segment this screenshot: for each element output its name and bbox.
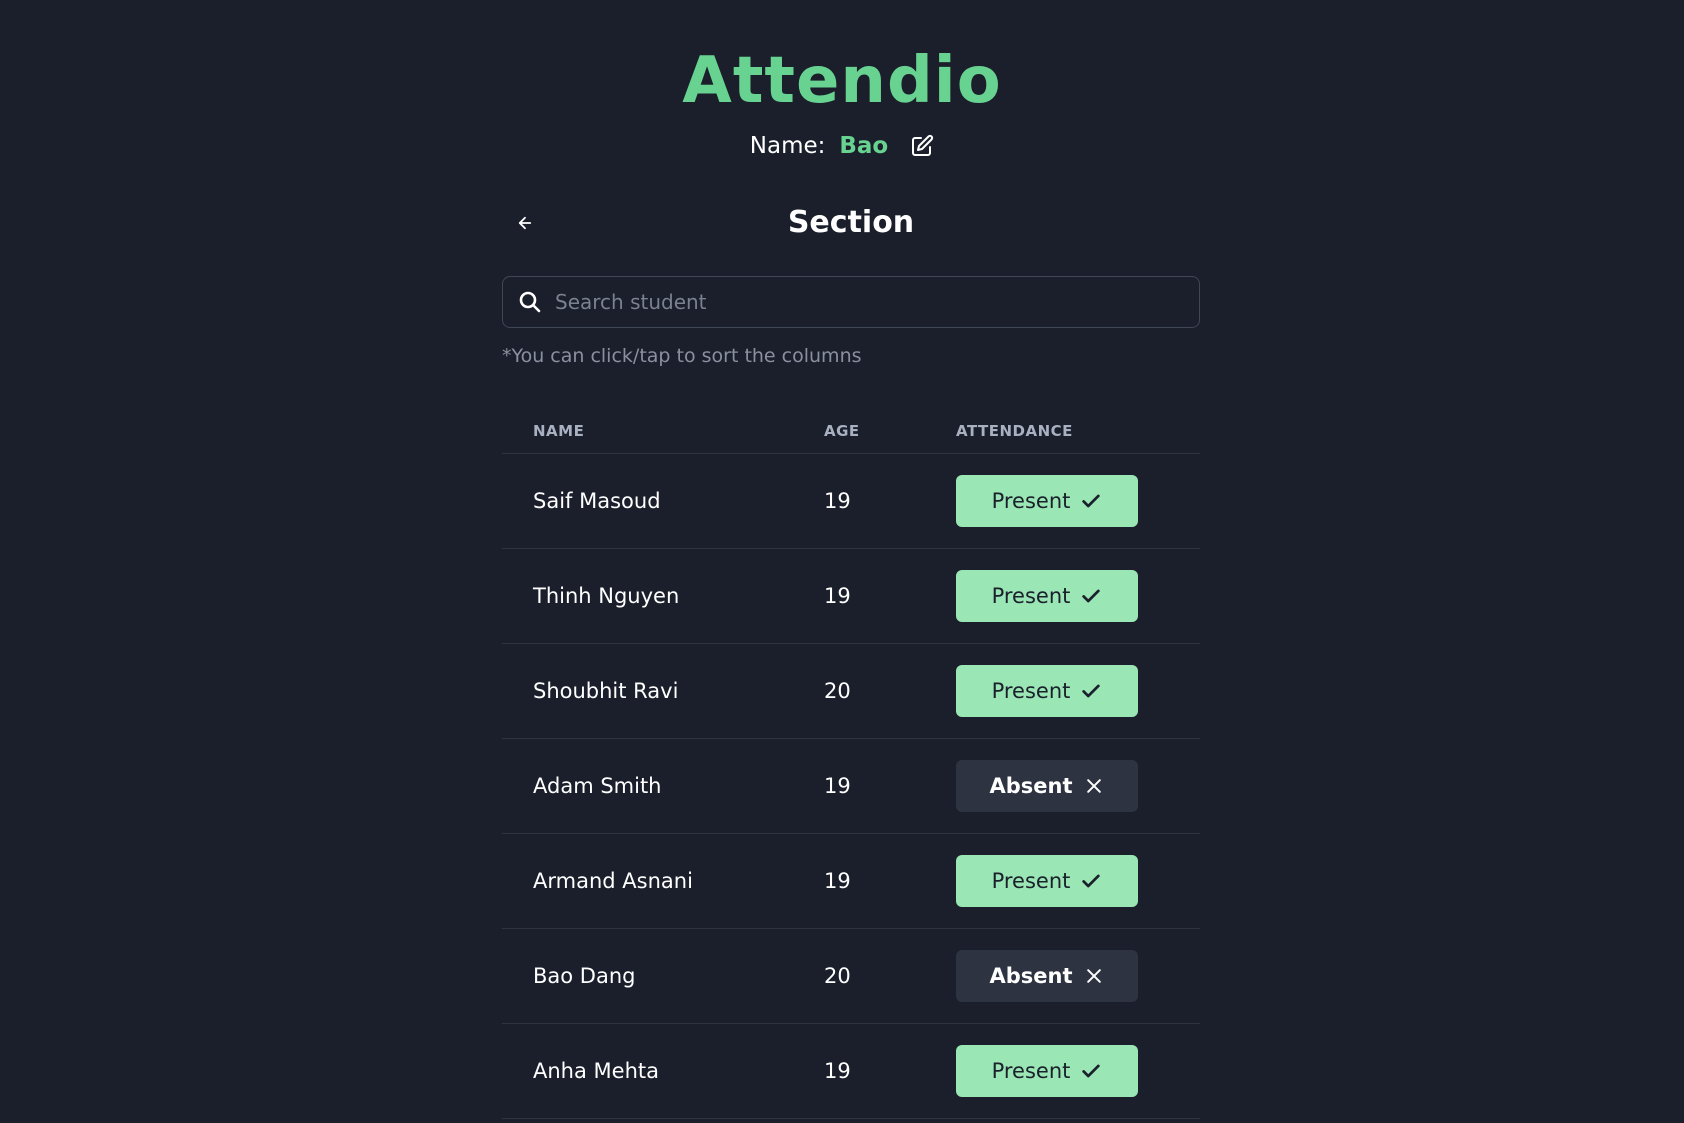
edit-icon[interactable] xyxy=(910,134,934,158)
table-row: Bao Dang 20 Absent xyxy=(502,929,1200,1024)
table-header: NAME AGE ATTENDANCE xyxy=(502,408,1200,454)
check-icon xyxy=(1080,680,1102,702)
attendance-label: Present xyxy=(991,679,1071,703)
attendance-cell: Present xyxy=(956,570,1200,622)
table-row: Shoubhit Ravi 20 Present xyxy=(502,644,1200,739)
attendance-toggle-button[interactable]: Present xyxy=(956,570,1138,622)
attendance-label: Absent xyxy=(989,964,1073,988)
name-label: Name: xyxy=(749,133,826,159)
attendance-toggle-button[interactable]: Present xyxy=(956,1045,1138,1097)
student-name: Bao Dang xyxy=(533,964,636,988)
student-age: 19 xyxy=(824,869,851,893)
student-age: 19 xyxy=(824,774,851,798)
arrow-left-icon xyxy=(518,216,532,230)
attendance-toggle-button[interactable]: Absent xyxy=(956,950,1138,1002)
page: Attendio Name: Bao Section *You c xyxy=(0,0,1684,1123)
search-icon xyxy=(517,289,543,315)
attendance-toggle-button[interactable]: Present xyxy=(956,475,1138,527)
table-row: Thinh Nguyen 19 Present xyxy=(502,549,1200,644)
app-title: Attendio xyxy=(682,44,1002,118)
x-icon xyxy=(1083,965,1105,987)
attendance-label: Present xyxy=(991,489,1071,513)
check-icon xyxy=(1080,490,1102,512)
check-icon xyxy=(1080,585,1102,607)
back-button[interactable] xyxy=(510,208,540,238)
student-age: 20 xyxy=(824,964,851,988)
table-row: Anha Mehta 19 Present xyxy=(502,1024,1200,1119)
search-box[interactable] xyxy=(502,276,1200,328)
student-age: 20 xyxy=(824,679,851,703)
student-name: Shoubhit Ravi xyxy=(533,679,679,703)
attendance-cell: Absent xyxy=(956,950,1200,1002)
table-body: Saif Masoud 19 Present Thinh Nguyen 19 Presen… xyxy=(502,454,1200,1119)
check-icon xyxy=(1080,1060,1102,1082)
attendance-toggle-button[interactable]: Present xyxy=(956,665,1138,717)
attendance-cell: Present xyxy=(956,475,1200,527)
attendance-toggle-button[interactable]: Absent xyxy=(956,760,1138,812)
student-name: Anha Mehta xyxy=(533,1059,659,1083)
column-header-age[interactable]: AGE xyxy=(824,422,956,440)
attendance-label: Present xyxy=(991,869,1071,893)
column-header-attendance[interactable]: ATTENDANCE xyxy=(956,422,1200,440)
student-table: NAME AGE ATTENDANCE Saif Masoud 19 Present… xyxy=(502,408,1200,1119)
student-name: Thinh Nguyen xyxy=(533,584,680,608)
section-title: Section xyxy=(787,205,915,240)
x-icon xyxy=(1083,775,1105,797)
attendance-toggle-button[interactable]: Present xyxy=(956,855,1138,907)
attendance-cell: Present xyxy=(956,855,1200,907)
student-age: 19 xyxy=(824,489,851,513)
attendance-cell: Present xyxy=(956,1045,1200,1097)
sort-hint: *You can click/tap to sort the columns xyxy=(502,345,862,367)
check-icon xyxy=(1080,870,1102,892)
student-age: 19 xyxy=(824,584,851,608)
student-name: Adam Smith xyxy=(533,774,662,798)
attendance-cell: Present xyxy=(956,665,1200,717)
student-age: 19 xyxy=(824,1059,851,1083)
column-header-name[interactable]: NAME xyxy=(502,422,824,440)
attendance-label: Present xyxy=(991,1059,1071,1083)
student-name: Armand Asnani xyxy=(533,869,693,893)
user-name-row: Name: Bao xyxy=(0,130,1684,162)
user-name: Bao xyxy=(839,133,889,159)
table-row: Adam Smith 19 Absent xyxy=(502,739,1200,834)
table-row: Armand Asnani 19 Present xyxy=(502,834,1200,929)
attendance-cell: Absent xyxy=(956,760,1200,812)
attendance-label: Absent xyxy=(989,774,1073,798)
search-input[interactable] xyxy=(555,280,1199,324)
attendance-label: Present xyxy=(991,584,1071,608)
section-header: Section xyxy=(502,200,1200,246)
student-name: Saif Masoud xyxy=(533,489,661,513)
table-row: Saif Masoud 19 Present xyxy=(502,454,1200,549)
